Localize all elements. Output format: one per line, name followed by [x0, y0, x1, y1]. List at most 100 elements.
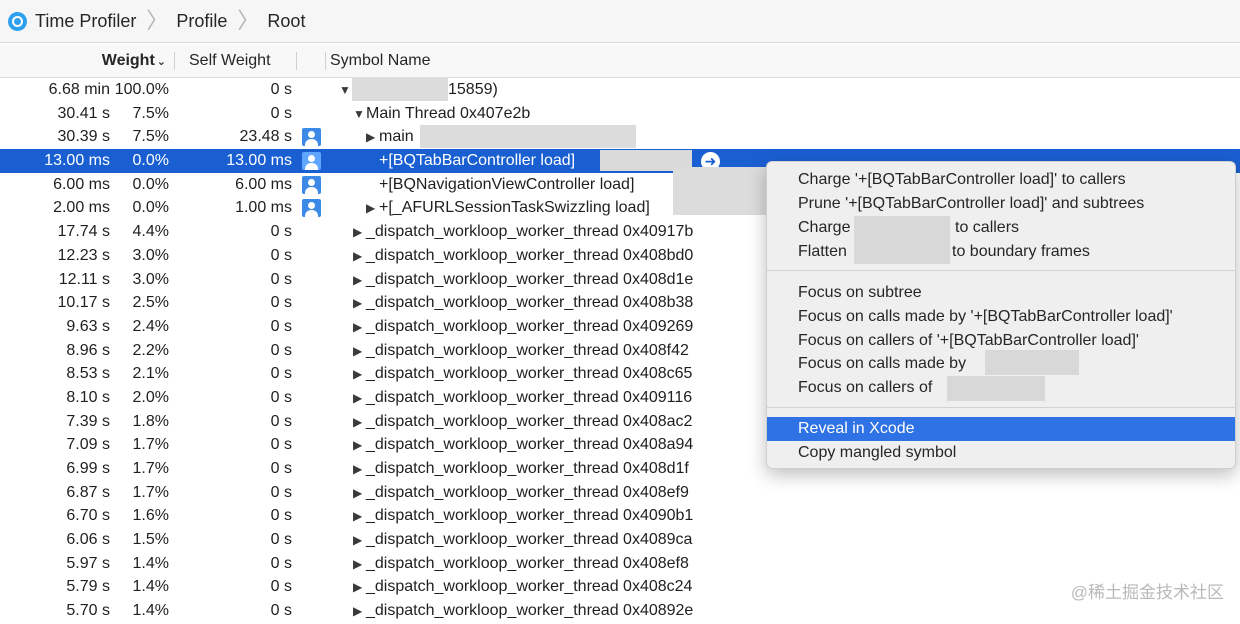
disclosure-triangle-icon[interactable]: ▶	[353, 576, 366, 600]
weight-cell: 10.17 s	[57, 294, 110, 312]
self-weight-cell: 0 s	[270, 365, 292, 383]
symbol-name: _dispatch_workloop_worker_thread 0x40926…	[366, 317, 694, 335]
symbol-cell: ▶ _dispatch_workloop_worker_thread 0x4089…	[353, 599, 693, 624]
disclosure-triangle-icon[interactable]: ▶	[353, 363, 366, 387]
disclosure-triangle-icon[interactable]: ▶	[353, 482, 366, 506]
person-icon	[302, 175, 321, 194]
redacted-region	[985, 350, 1079, 375]
context-menu: Charge '+[BQTabBarController load]' to c…	[766, 161, 1236, 469]
symbol-name: Main Thread 0x407e2b	[366, 104, 531, 122]
disclosure-triangle-icon[interactable]: ▼	[353, 103, 366, 127]
disclosure-triangle-icon[interactable]: ▶	[353, 458, 366, 482]
table-row[interactable]: 6.70 s 1.6% 0 s ▶ _dispatch_workloop_work…	[0, 504, 1240, 528]
column-divider[interactable]	[174, 52, 175, 70]
self-weight-cell: 0 s	[270, 436, 292, 454]
disclosure-triangle-icon[interactable]: ▶	[366, 126, 379, 150]
disclosure-triangle-icon[interactable]: ▶	[353, 245, 366, 269]
disclosure-triangle-icon[interactable]: ▶	[353, 269, 366, 293]
symbol-cell: ▶ _dispatch_workloop_worker_thread 0x4089…	[353, 528, 692, 553]
disclosure-triangle-icon[interactable]: ▼	[339, 79, 352, 103]
symbol-cell: ▶ _dispatch_workloop_worker_thread 0x408e…	[353, 481, 689, 506]
self-weight-cell: 0 s	[270, 294, 292, 312]
table-row[interactable]: 30.39 s 7.5% 23.48 s ▶ main	[0, 125, 1240, 149]
weight-cell: 5.79 s	[66, 578, 110, 596]
symbol-name: main	[379, 128, 414, 146]
table-row[interactable]: 6.06 s 1.5% 0 s ▶ _dispatch_workloop_work…	[0, 528, 1240, 552]
menu-item-reveal-in-xcode[interactable]: Reveal in Xcode	[767, 417, 1235, 441]
symbol-cell: ▶ +[_AFURLSessionTaskSwizzling load]	[366, 196, 650, 221]
menu-item-label: Focus on calls made by	[798, 355, 967, 372]
symbol-name: _dispatch_workloop_worker_thread 0x40892…	[366, 602, 694, 620]
symbol-cell: ▶ _dispatch_workloop_worker_thread 0x408d…	[353, 268, 693, 293]
column-symbol-name[interactable]: Symbol Name	[330, 44, 430, 77]
redacted-region	[947, 376, 1045, 401]
disclosure-triangle-icon[interactable]: ▶	[353, 505, 366, 529]
breadcrumb-item-root[interactable]: Root	[267, 11, 305, 32]
symbol-cell: ▶ _dispatch_workloop_worker_thread 0x4091…	[353, 220, 693, 245]
percent-cell: 1.4%	[132, 578, 169, 596]
breadcrumb-item-profile[interactable]: Profile	[176, 11, 227, 32]
weight-cell: 6.99 s	[66, 460, 110, 477]
weight-cell: 6.68 min	[48, 81, 110, 98]
percent-cell: 1.5%	[132, 531, 169, 549]
symbol-name: +[BQNavigationViewController load]	[379, 175, 635, 193]
table-row[interactable]: 5.70 s 1.4% 0 s ▶ _dispatch_workloop_work…	[0, 599, 1240, 623]
menu-item-focus-callers-of-library[interactable]: Focus on callers of	[767, 376, 1235, 401]
self-weight-cell: 0 s	[270, 341, 292, 359]
weight-cell: 30.41 s	[57, 104, 110, 122]
disclosure-triangle-icon[interactable]: ▶	[353, 434, 366, 458]
menu-item-flatten-library[interactable]: Flatten to boundary frames	[767, 240, 1235, 264]
menu-item-suffix: to callers	[955, 219, 1020, 236]
self-weight-cell: 0 s	[270, 246, 292, 264]
self-weight-cell: 0 s	[270, 270, 292, 288]
disclosure-triangle-icon[interactable]: ▶	[353, 316, 366, 340]
column-divider[interactable]	[296, 52, 297, 70]
weight-cell: 8.96 s	[66, 341, 110, 359]
percent-cell: 1.7%	[132, 483, 169, 501]
weight-cell: 7.09 s	[66, 436, 110, 454]
disclosure-triangle-icon[interactable]: ▶	[353, 529, 366, 553]
disclosure-triangle-icon[interactable]: ▶	[366, 197, 379, 221]
menu-separator	[767, 407, 1235, 408]
disclosure-triangle-icon[interactable]: ▶	[353, 340, 366, 364]
symbol-cell: ▶ _dispatch_workloop_worker_thread 0x4090…	[353, 504, 693, 529]
redacted-region	[420, 125, 636, 149]
column-divider[interactable]	[325, 52, 326, 70]
weight-cell: 8.53 s	[66, 365, 110, 383]
menu-item-focus-calls-made-by-library[interactable]: Focus on calls made by	[767, 350, 1235, 376]
disclosure-triangle-icon[interactable]: ▶	[353, 553, 366, 577]
menu-item-prune-subtrees[interactable]: Prune '+[BQTabBarController load]' and s…	[767, 192, 1235, 216]
table-row[interactable]: 5.97 s 1.4% 0 s ▶ _dispatch_workloop_work…	[0, 552, 1240, 576]
disclosure-triangle-icon[interactable]: ▶	[353, 292, 366, 316]
percent-cell: 100.0%	[114, 81, 169, 98]
menu-item-focus-subtree[interactable]: Focus on subtree	[767, 281, 1235, 305]
disclosure-triangle-icon[interactable]: ▶	[353, 411, 366, 435]
menu-item-charge-to-callers[interactable]: Charge '+[BQTabBarController load]' to c…	[767, 168, 1235, 192]
breadcrumb-item-time-profiler[interactable]: Time Profiler	[35, 11, 136, 32]
symbol-name: 15859)	[448, 81, 498, 98]
self-weight-cell: 0 s	[270, 412, 292, 430]
symbol-cell: ▶ _dispatch_workloop_worker_thread 0x408a…	[353, 410, 692, 435]
chevron-right-icon: 〉	[237, 8, 260, 33]
menu-item-copy-mangled-symbol[interactable]: Copy mangled symbol	[767, 441, 1235, 465]
disclosure-triangle-icon[interactable]: ▶	[353, 387, 366, 411]
table-row[interactable]: 6.87 s 1.7% 0 s ▶ _dispatch_workloop_work…	[0, 481, 1240, 505]
table-row[interactable]: 6.68 min 100.0% 0 s ▼ 15859)	[0, 78, 1240, 102]
weight-cell: 30.39 s	[57, 128, 110, 146]
symbol-cell: ▶ _dispatch_workloop_worker_thread 0x4092…	[353, 315, 693, 340]
column-weight-label: Weight	[101, 52, 155, 69]
table-row[interactable]: 5.79 s 1.4% 0 s ▶ _dispatch_workloop_work…	[0, 575, 1240, 599]
symbol-cell: ▶ _dispatch_workloop_worker_thread 0x408b…	[353, 291, 693, 316]
table-row[interactable]: 30.41 s 7.5% 0 s ▼Main Thread 0x407e2b	[0, 102, 1240, 126]
column-weight[interactable]: Weight ⌄	[0, 44, 166, 77]
disclosure-triangle-icon[interactable]: ▶	[353, 221, 366, 245]
disclosure-triangle-icon[interactable]: ▶	[353, 600, 366, 624]
percent-cell: 2.4%	[132, 317, 169, 335]
menu-item-charge-library[interactable]: Charge to callers	[767, 216, 1235, 264]
percent-cell: 2.0%	[132, 388, 169, 406]
person-icon	[302, 199, 321, 218]
menu-item-focus-calls-made-by[interactable]: Focus on calls made by '+[BQTabBarContro…	[767, 305, 1235, 329]
symbol-name: _dispatch_workloop_worker_thread 0x408ef…	[366, 554, 689, 572]
symbol-name: _dispatch_workloop_worker_thread 0x408c2…	[366, 578, 693, 596]
column-self-weight[interactable]: Self Weight	[189, 44, 271, 77]
